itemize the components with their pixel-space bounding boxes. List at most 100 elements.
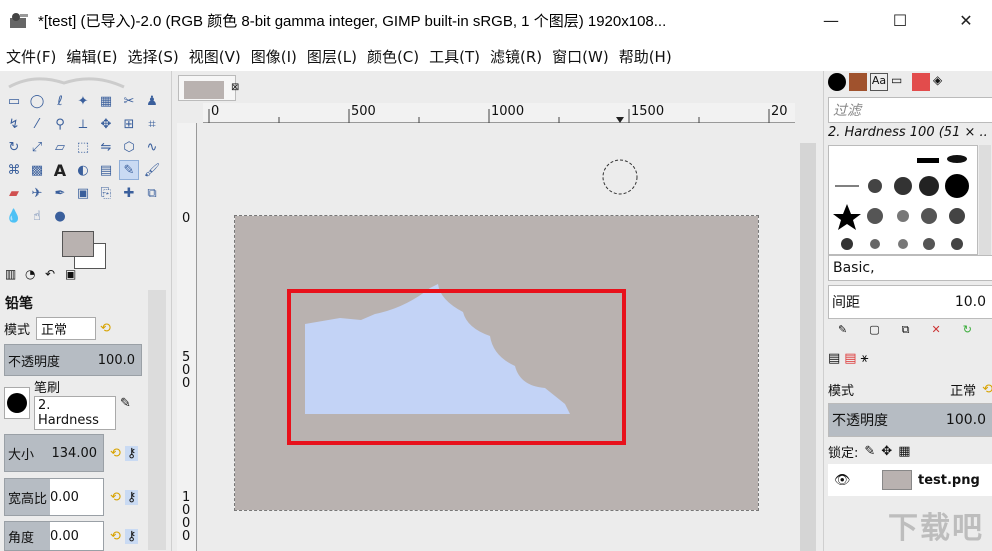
- eraser-icon[interactable]: ▰: [4, 183, 24, 203]
- brush-preset-dropdown[interactable]: Basic,: [828, 255, 992, 281]
- shear-icon[interactable]: ▱: [50, 137, 70, 157]
- scale-icon[interactable]: ⤢: [27, 137, 47, 157]
- fonts-tab-icon[interactable]: Aa: [870, 73, 888, 91]
- layers-tab-icon[interactable]: ▤: [828, 351, 840, 366]
- color-picker-icon[interactable]: ⁄: [27, 114, 47, 134]
- vertical-ruler[interactable]: 0 5 0 0 1 0 0 0: [177, 123, 197, 551]
- unified-transform-icon[interactable]: ⌘: [4, 160, 24, 180]
- mode-reset-icon[interactable]: ⟲: [100, 321, 111, 336]
- menu-view[interactable]: 视图(V): [189, 46, 241, 67]
- text-icon[interactable]: A: [50, 160, 70, 180]
- color-select-icon[interactable]: ▦: [96, 91, 116, 111]
- angle-reset-icon[interactable]: ⟲: [110, 529, 121, 544]
- minimize-button[interactable]: —: [808, 0, 854, 41]
- dodge-burn-icon[interactable]: ●: [50, 206, 70, 226]
- image-viewport[interactable]: [203, 127, 791, 551]
- paths-icon[interactable]: ↯: [4, 114, 24, 134]
- brush-grid-scrollbar[interactable]: [979, 145, 991, 255]
- brush-grid[interactable]: [828, 145, 978, 255]
- scissors-icon[interactable]: ✂: [119, 91, 139, 111]
- menu-filters[interactable]: 滤镜(R): [490, 46, 542, 67]
- pencil-icon[interactable]: ✎: [119, 160, 139, 180]
- heal-icon[interactable]: ✚: [119, 183, 139, 203]
- aspect-reset-icon[interactable]: ⟲: [110, 490, 121, 505]
- warp-icon[interactable]: ∿: [142, 137, 162, 157]
- zoom-icon[interactable]: ⚲: [50, 114, 70, 134]
- cage-icon[interactable]: ⬡: [119, 137, 139, 157]
- menu-tools[interactable]: 工具(T): [429, 46, 480, 67]
- perspective-icon[interactable]: ⬚: [73, 137, 93, 157]
- bucket-fill-icon[interactable]: ◐: [73, 160, 93, 180]
- fuzzy-select-icon[interactable]: ✦: [73, 91, 93, 111]
- gradients-tab-icon[interactable]: [912, 73, 930, 91]
- size-slider[interactable]: 大小 134.00: [4, 434, 104, 472]
- perspective-clone-icon[interactable]: ⧉: [142, 183, 162, 203]
- airbrush-icon[interactable]: ✈: [27, 183, 47, 203]
- undo-history-tab-icon[interactable]: ↶: [45, 267, 63, 285]
- blend-icon[interactable]: ▤: [96, 160, 116, 180]
- lock-pixels-icon[interactable]: ✎: [864, 444, 875, 459]
- close-button[interactable]: ✕: [943, 0, 989, 41]
- image-canvas[interactable]: [234, 215, 759, 511]
- crop-icon[interactable]: ⌗: [142, 114, 162, 134]
- menu-colors[interactable]: 颜色(C): [367, 46, 419, 67]
- aspect-slider[interactable]: 宽高比 0.00: [4, 478, 104, 516]
- tool-options-tab-icon[interactable]: ▥: [5, 267, 23, 285]
- mode-dropdown[interactable]: 正常: [36, 316, 97, 340]
- brush-edit-icon[interactable]: ✎: [120, 396, 131, 411]
- tool-presets-tab-icon[interactable]: ▭: [891, 73, 909, 91]
- layer-mode-dropdown[interactable]: 正常: [950, 380, 976, 399]
- foreground-color-swatch[interactable]: [62, 231, 94, 257]
- move-icon[interactable]: ✥: [96, 114, 116, 134]
- duplicate-brush-icon[interactable]: ⧉: [902, 323, 910, 337]
- device-status-tab-icon[interactable]: ◔: [25, 267, 43, 285]
- maximize-button[interactable]: ☐: [877, 0, 923, 41]
- opacity-slider[interactable]: 不透明度 100.0: [4, 344, 142, 376]
- brush-filter-input[interactable]: 过滤: [828, 97, 992, 123]
- tool-options-scrollbar[interactable]: [148, 290, 166, 550]
- layer-opacity-slider[interactable]: 不透明度 100.0: [828, 403, 992, 437]
- layer-visibility-icon[interactable]: 👁: [834, 473, 854, 488]
- flip-icon[interactable]: ⇋: [96, 137, 116, 157]
- image-tab[interactable]: ⊠: [178, 75, 239, 101]
- scrollbar-thumb[interactable]: [800, 143, 816, 551]
- layer-item[interactable]: 👁 test.png: [828, 464, 992, 496]
- mypaint-icon[interactable]: ▣: [73, 183, 93, 203]
- menu-help[interactable]: 帮助(H): [619, 46, 672, 67]
- ellipse-select-icon[interactable]: ◯: [27, 91, 47, 111]
- image-tab-close-icon[interactable]: ⊠: [231, 82, 239, 93]
- checker-icon[interactable]: ▩: [27, 160, 47, 180]
- aspect-link-icon[interactable]: ⚷: [124, 489, 139, 505]
- palettes-tab-icon[interactable]: ◈: [933, 73, 951, 91]
- rect-select-icon[interactable]: ▭: [4, 91, 24, 111]
- channels-tab-icon[interactable]: ▤: [844, 351, 856, 366]
- ink-icon[interactable]: ✒: [50, 183, 70, 203]
- foreground-select-icon[interactable]: ♟: [142, 91, 162, 111]
- menu-edit[interactable]: 编辑(E): [66, 46, 117, 67]
- brush-preview[interactable]: [4, 387, 30, 419]
- align-icon[interactable]: ⊞: [119, 114, 139, 134]
- layer-mode-reset-icon[interactable]: ⟲: [982, 382, 992, 397]
- spacing-slider[interactable]: 间距 10.0: [828, 285, 992, 319]
- blur-icon[interactable]: 💧: [4, 206, 24, 226]
- smudge-icon[interactable]: ☝: [27, 206, 47, 226]
- delete-brush-icon[interactable]: ✕: [931, 323, 940, 337]
- size-link-icon[interactable]: ⚷: [124, 445, 139, 461]
- menu-windows[interactable]: 窗口(W): [552, 46, 609, 67]
- fg-bg-colors[interactable]: [62, 231, 112, 271]
- angle-link-icon[interactable]: ⚷: [124, 528, 139, 544]
- images-tab-icon[interactable]: ▣: [65, 267, 83, 285]
- lasso-icon[interactable]: ℓ: [50, 91, 70, 111]
- lock-alpha-icon[interactable]: ▦: [898, 444, 910, 459]
- rotate-icon[interactable]: ↻: [4, 137, 24, 157]
- canvas-vertical-scrollbar[interactable]: [796, 123, 818, 551]
- menu-select[interactable]: 选择(S): [128, 46, 179, 67]
- edit-brush-icon[interactable]: ✎: [838, 323, 847, 337]
- paintbrush-icon[interactable]: 🖌: [142, 160, 162, 180]
- brushes-tab-icon[interactable]: [828, 73, 846, 91]
- patterns-tab-icon[interactable]: [849, 73, 867, 91]
- angle-slider[interactable]: 角度 0.00: [4, 521, 104, 551]
- clone-icon[interactable]: ⎘: [96, 183, 116, 203]
- menu-file[interactable]: 文件(F): [6, 46, 56, 67]
- refresh-brushes-icon[interactable]: ↻: [963, 323, 972, 337]
